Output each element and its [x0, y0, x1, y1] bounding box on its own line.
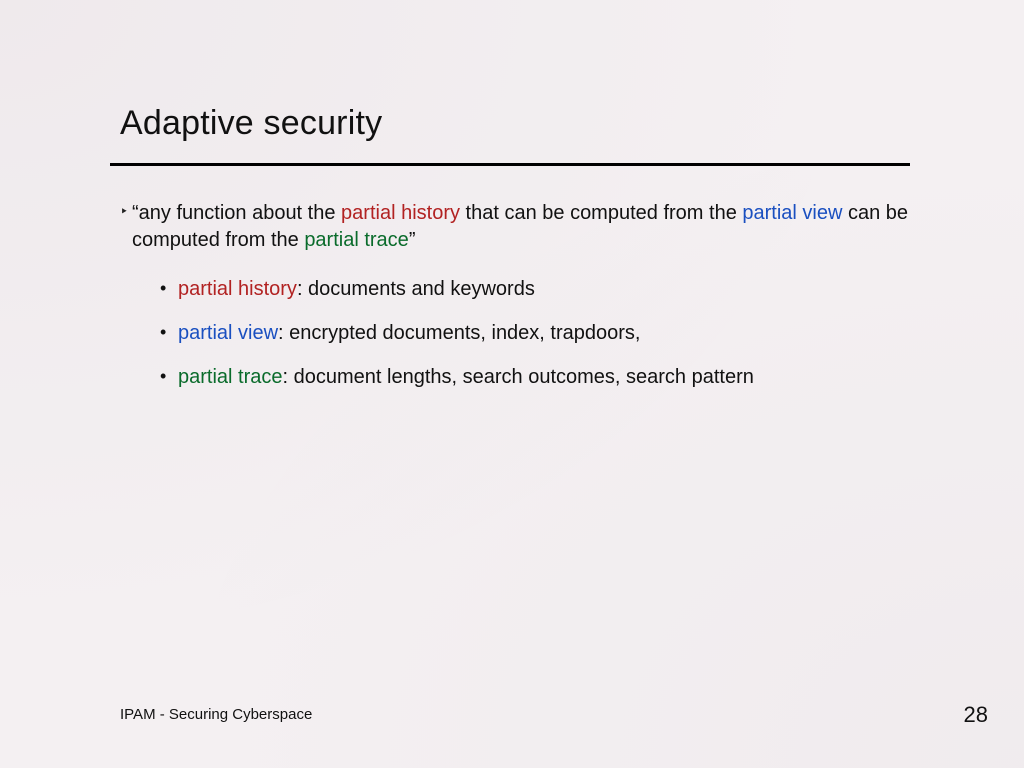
item-term: partial trace [178, 366, 283, 388]
lead-term-history: partial history [341, 202, 460, 224]
bullet-dot-icon: • [160, 321, 166, 344]
list-item: • partial view: encrypted documents, ind… [160, 320, 920, 346]
item-term: partial history [178, 278, 297, 300]
item-term: partial view [178, 322, 278, 344]
slide: Adaptive security ‣ “any function about … [0, 0, 1024, 768]
item-rest: : encrypted documents, index, trapdoors, [278, 322, 640, 344]
slide-title: Adaptive security [120, 104, 382, 143]
lead-term-trace: partial trace [304, 229, 409, 251]
list-item: • partial history: documents and keyword… [160, 276, 920, 302]
footer-left: IPAM - Securing Cyberspace [120, 706, 312, 723]
lead-term-view: partial view [742, 202, 842, 224]
page-number: 28 [964, 702, 988, 728]
content-block: ‣ “any function about the partial histor… [120, 200, 920, 408]
item-rest: : documents and keywords [297, 278, 535, 300]
lead-text-post: ” [409, 229, 416, 251]
list-item: • partial trace: document lengths, searc… [160, 364, 920, 390]
item-rest: : document lengths, search outcomes, sea… [283, 366, 754, 388]
lead-text-pre: “any function about the [132, 202, 341, 224]
bullet-dot-icon: • [160, 365, 166, 388]
lead-bullet: ‣ “any function about the partial histor… [120, 200, 920, 254]
bullet-dot-icon: • [160, 277, 166, 300]
bullet-arrow-icon: ‣ [120, 202, 128, 221]
lead-text-mid1: that can be computed from the [460, 202, 742, 224]
sub-bullet-list: • partial history: documents and keyword… [120, 276, 920, 390]
divider [110, 163, 910, 166]
